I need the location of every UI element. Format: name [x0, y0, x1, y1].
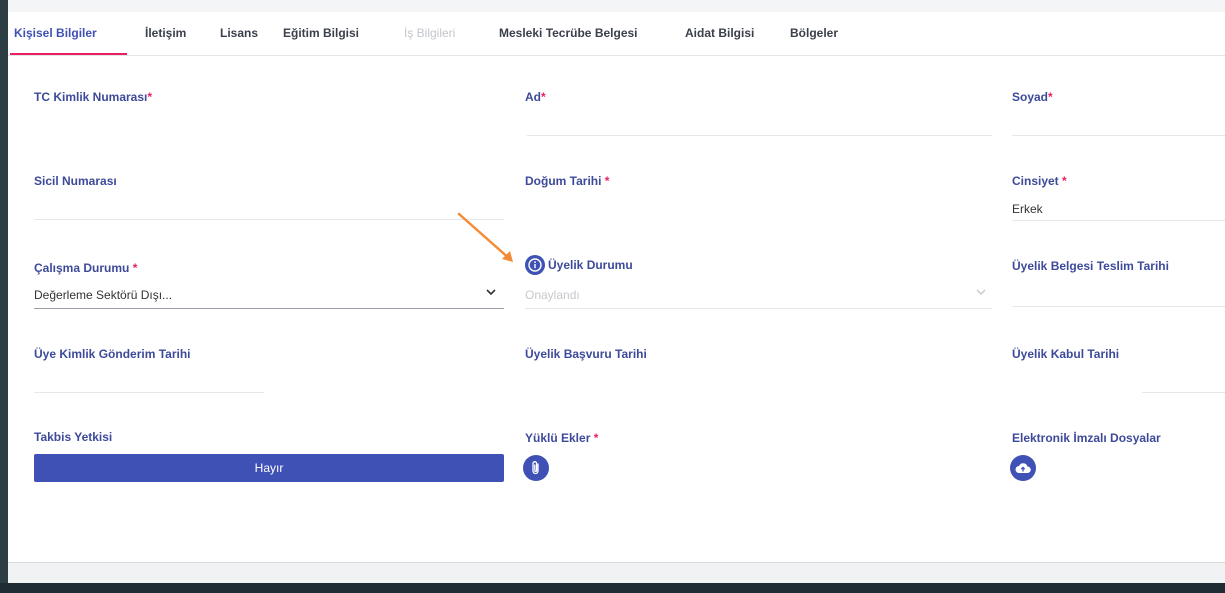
- cinsiyet-label-text: Cinsiyet: [1012, 174, 1063, 188]
- chevron-down-icon[interactable]: [486, 287, 496, 299]
- calisma-durumu-label-text: Çalışma Durumu: [34, 261, 133, 275]
- form-window: Kişisel Bilgiler İletişim Lisans Eğitim …: [8, 0, 1225, 583]
- uyelik-basvuru-label: Üyelik Başvuru Tarihi: [525, 347, 647, 361]
- chevron-down-icon: [976, 287, 986, 299]
- tab-bar: Kişisel Bilgiler İletişim Lisans Eğitim …: [8, 12, 1225, 56]
- uyelik-kabul-label: Üyelik Kabul Tarihi: [1012, 347, 1120, 361]
- ad-input[interactable]: [527, 135, 992, 136]
- tc-kimlik-label: TC Kimlik Numarası*: [34, 90, 152, 104]
- uyelik-durumu-underline: [525, 308, 992, 309]
- required-mark: *: [1062, 174, 1067, 188]
- uyelik-kabul-input[interactable]: [1142, 392, 1225, 393]
- uyelik-belgesi-input[interactable]: [1012, 306, 1225, 307]
- uyelik-belgesi-label: Üyelik Belgesi Teslim Tarihi: [1012, 259, 1169, 273]
- required-mark: *: [147, 90, 153, 104]
- tab-is-bilgileri: İş Bilgileri: [404, 26, 456, 40]
- uye-kimlik-input[interactable]: [34, 392, 264, 393]
- takbis-label: Takbis Yetkisi: [34, 430, 113, 444]
- required-mark: *: [604, 174, 610, 188]
- dogum-tarihi-label-text: Doğum Tarihi: [525, 174, 605, 188]
- sicil-input[interactable]: [34, 219, 504, 220]
- soyad-label-text: Soyad: [1012, 90, 1049, 104]
- cinsiyet-label: Cinsiyet *: [1012, 174, 1067, 188]
- required-mark: *: [541, 90, 546, 104]
- backdrop: [0, 583, 1225, 593]
- tab-iletisim[interactable]: İletişim: [145, 26, 186, 40]
- tc-kimlik-label-text: TC Kimlik Numarası: [34, 90, 148, 104]
- tab-egitim-bilgisi[interactable]: Eğitim Bilgisi: [283, 26, 359, 40]
- yuklu-ekler-label: Yüklü Ekler *: [525, 431, 598, 445]
- dogum-tarihi-label: Doğum Tarihi *: [525, 174, 609, 188]
- bottom-bar: [8, 562, 1225, 583]
- tab-bolgeler[interactable]: Bölgeler: [790, 26, 838, 40]
- active-tab-indicator: [10, 53, 127, 55]
- required-mark: *: [132, 261, 138, 275]
- top-strip: [8, 0, 1225, 12]
- tab-kisisel-bilgiler[interactable]: Kişisel Bilgiler: [14, 26, 97, 40]
- soyad-input[interactable]: [1012, 135, 1225, 136]
- ad-label: Ad*: [525, 90, 546, 104]
- required-mark: *: [593, 431, 599, 445]
- takbis-hayir-button[interactable]: Hayır: [34, 454, 504, 482]
- yuklu-ekler-label-text: Yüklü Ekler: [525, 431, 594, 445]
- cloud-upload-icon[interactable]: [1010, 455, 1036, 481]
- orange-arrow-icon: [457, 212, 513, 262]
- tab-lisans[interactable]: Lisans: [220, 26, 258, 40]
- uye-kimlik-label: Üye Kimlik Gönderim Tarihi: [34, 347, 191, 361]
- sicil-label: Sicil Numarası: [34, 174, 117, 188]
- calisma-durumu-underline: [34, 308, 504, 309]
- info-icon[interactable]: [525, 255, 545, 275]
- calisma-durumu-select[interactable]: Değerleme Sektörü Dışı...: [34, 288, 172, 302]
- uyelik-durumu-select: Onaylandı: [525, 288, 580, 302]
- ad-label-text: Ad: [525, 90, 541, 104]
- cinsiyet-input[interactable]: [1012, 220, 1225, 221]
- required-mark: *: [1048, 90, 1053, 104]
- tab-aidat-bilgisi[interactable]: Aidat Bilgisi: [685, 26, 754, 40]
- soyad-label: Soyad*: [1012, 90, 1053, 104]
- uyelik-durumu-label: Üyelik Durumu: [548, 258, 633, 272]
- paperclip-icon[interactable]: [523, 455, 549, 481]
- cinsiyet-value[interactable]: Erkek: [1012, 202, 1043, 216]
- tab-mesleki-tecrube-belgesi[interactable]: Mesleki Tecrübe Belgesi: [499, 26, 638, 40]
- calisma-durumu-label: Çalışma Durumu *: [34, 261, 137, 275]
- elektronik-imzali-label: Elektronik İmzalı Dosyalar: [1012, 431, 1161, 445]
